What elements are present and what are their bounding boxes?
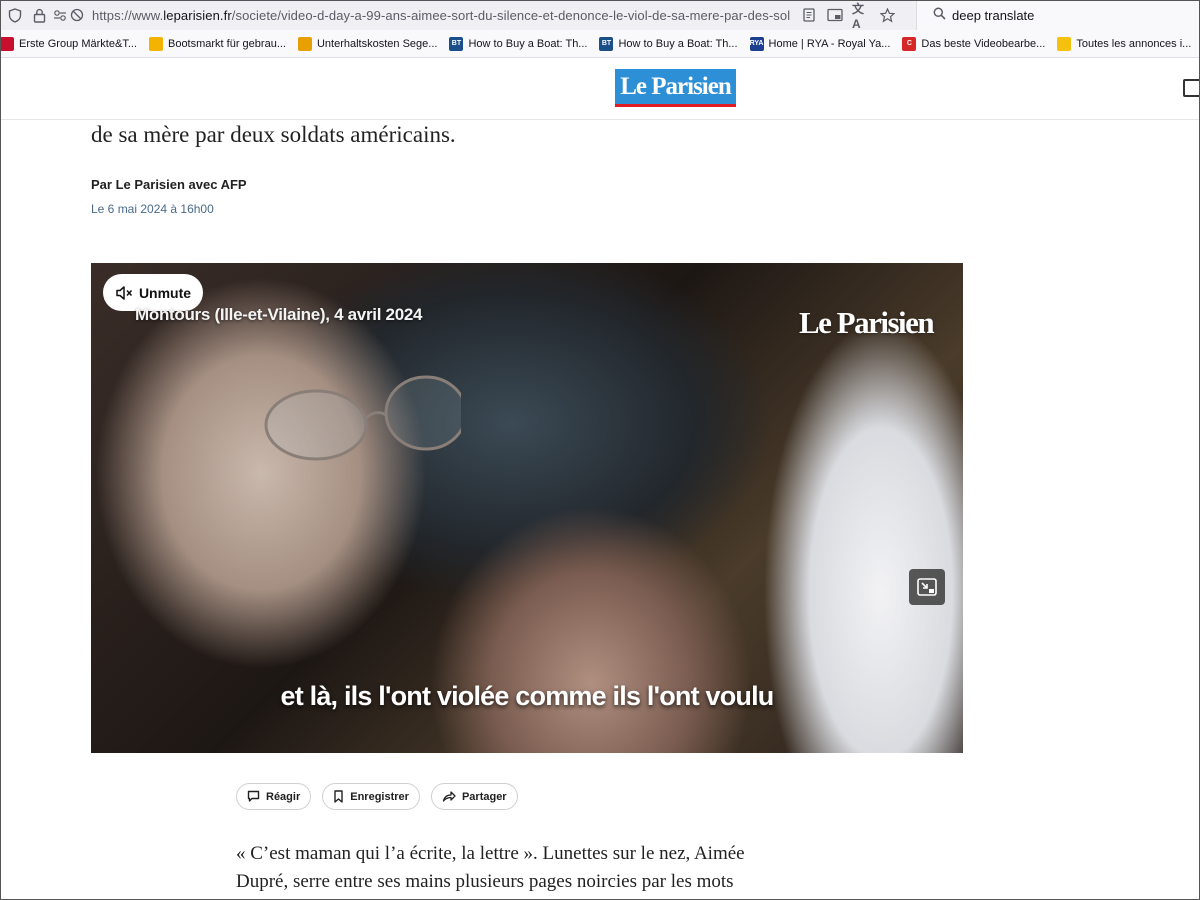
bookmark-label: Bootsmarkt für gebrau... [167,37,286,50]
share-button[interactable]: Partager [430,783,518,810]
url-prefix: https://www. [92,7,164,23]
bookmark-favicon-icon: BT [599,36,614,51]
lock-icon[interactable] [30,6,48,24]
permissions-icon[interactable] [52,6,86,24]
react-label: Réagir [266,790,301,803]
star-icon[interactable] [878,6,896,24]
bookmark-item[interactable]: Unterhaltskosten Sege... [297,36,438,51]
bookmark-favicon-icon [0,36,14,51]
glasses-shape [264,375,461,461]
shield-icon[interactable] [6,6,24,24]
bookmark-item[interactable]: Erste Group Märkte&T... [0,36,137,51]
comment-icon [247,790,260,802]
translate-icon[interactable]: 文A [852,2,870,31]
share-label: Partager [461,790,507,803]
bookmark-label: Toutes les annonces i... [1076,37,1192,50]
article-date: Le 6 mai 2024 à 16h00 [91,202,214,216]
url-domain: leparisien.fr [163,7,232,23]
save-button[interactable]: Enregistrer [322,783,420,810]
bookmark-label: How to Buy a Boat: Th... [468,37,588,50]
bookmark-item[interactable]: RYA Home | RYA - Royal Ya... [749,36,891,51]
picture-in-picture-button[interactable] [909,569,945,605]
react-button[interactable]: Réagir [236,783,312,810]
bookmark-favicon-icon [1057,36,1072,51]
bookmark-label: Erste Group Märkte&T... [19,37,137,50]
bookmark-label: Unterhaltskosten Sege... [316,37,438,50]
site-logo[interactable]: Le Parisien [615,69,736,107]
bookmark-item[interactable]: Bootsmarkt für gebrau... [148,36,286,51]
search-icon [933,7,946,23]
bookmark-icon [334,790,343,803]
bookmark-favicon-icon [148,36,163,51]
bookmark-label: How to Buy a Boat: Th... [618,37,738,50]
video-location-caption: Montours (Ille-et-Vilaine), 4 avril 2024 [135,305,423,324]
search-text: deep translate [952,7,1035,23]
pip-icon[interactable] [826,6,844,24]
article-byline: Par Le Parisien avec AFP [91,177,247,192]
bookmark-label: Home | RYA - Royal Ya... [768,37,891,50]
share-arrow-icon [442,791,456,802]
bookmark-favicon-icon: RYA [749,36,764,51]
search-input[interactable]: deep translate [916,0,1200,30]
bookmark-label: Das beste Videobearbe... [921,37,1046,50]
bookmarks-bar: Erste Group Märkte&T... Bootsmarkt für ge… [0,30,1200,58]
save-label: Enregistrer [350,790,409,803]
muted-speaker-icon [116,285,132,300]
bookmark-favicon-icon [297,36,312,51]
article-lead: de sa mère par deux soldats américains. [91,122,456,147]
video-subtitle: et là, ils l'ont violée comme ils l'ont … [280,681,775,711]
unmute-label: Unmute [138,284,192,301]
bookmark-item[interactable]: Toutes les annonces i... [1057,36,1192,51]
bookmark-favicon-icon: C [902,36,917,51]
video-watermark-logo: Le Parisien [799,305,935,340]
bookmark-item[interactable]: C Das beste Videobearbe... [902,36,1046,51]
article-paragraph: « C’est maman qui l’a écrite, la lettre … [236,840,796,896]
video-player[interactable]: Unmute Montours (Ille-et-Vilaine), 4 avr… [91,263,963,753]
bookmark-item[interactable]: BT How to Buy a Boat: Th... [599,36,738,51]
newspaper-icon[interactable] [1183,79,1200,97]
url-path: /societe/video-d-day-a-99-ans-aimee-sort… [231,7,791,23]
pip-exit-icon [917,578,937,596]
site-header: Le Parisien [0,59,1200,120]
article-actions: Réagir Enregistrer Partager [236,783,518,810]
url-field[interactable]: https://www.leparisien.fr/societe/video-… [92,8,794,23]
reader-view-icon[interactable] [800,6,818,24]
paragraph-line: Dupré, serre entre ses mains plusieurs p… [236,871,734,892]
bookmark-favicon-icon: BT [449,36,464,51]
paragraph-line: « C’est maman qui l’a écrite, la lettre … [236,843,745,864]
bookmark-item[interactable]: BT How to Buy a Boat: Th... [449,36,588,51]
